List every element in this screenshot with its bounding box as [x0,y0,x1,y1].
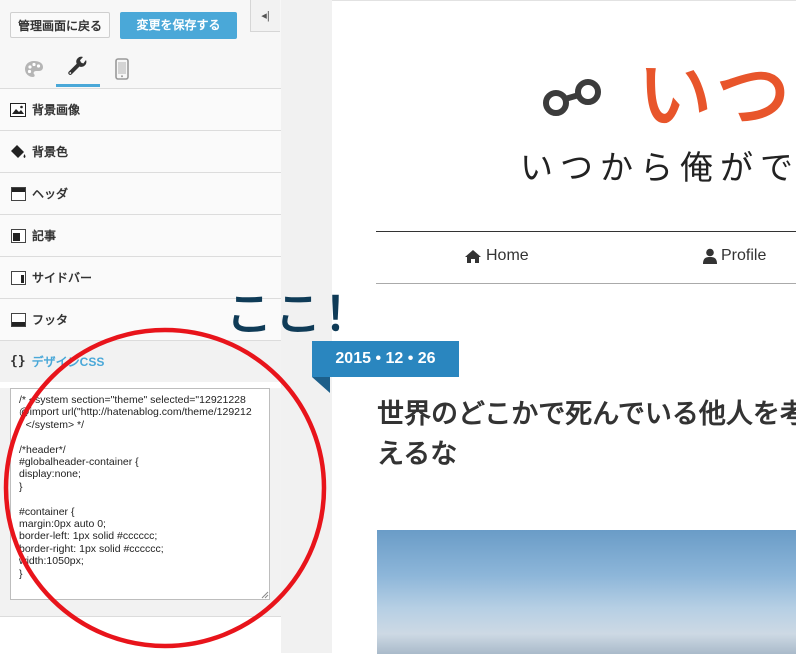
tab-customize[interactable] [56,50,100,87]
wrench-icon [68,56,87,75]
menu-item-background-image[interactable]: 背景画像 [0,88,281,130]
menu-item-label: 記事 [32,229,57,243]
mobile-icon [115,57,129,80]
nav-divider-top [376,231,796,232]
nav-home-link[interactable]: Home [464,247,529,265]
article-layout-icon [10,228,26,244]
sidebar-top-bar: 管理画面に戻る 変更を保存する ◂| [0,0,281,88]
nav-divider-bottom [376,283,796,284]
menu-item-design-css[interactable]: {} デザインCSS [0,340,281,382]
braces-icon: {} [10,354,26,369]
paint-bucket-icon [10,144,26,160]
image-icon [10,102,26,118]
menu-item-label: 背景画像 [32,103,81,117]
menu-item-label: ヘッダ [32,187,69,201]
menu-item-label: デザインCSS [31,355,105,369]
design-css-textarea[interactable]: /* <system section="theme" selected="129… [10,388,270,600]
nav-home-label: Home [486,247,529,264]
footer-layout-icon [10,312,26,328]
menu-item-label: サイドバー [32,271,93,285]
palette-icon [25,60,43,77]
menu-item-article[interactable]: 記事 [0,214,281,256]
post-title[interactable]: 世界のどこかで死んでいる他人を考えるな [377,394,796,474]
tab-smartphone[interactable] [100,50,144,87]
date-badge-fold [312,377,330,393]
post-eyecatch-image [377,530,796,654]
resize-grip-icon[interactable] [261,591,269,599]
nav-profile-link[interactable]: Profile [703,247,766,265]
menu-item-background-color[interactable]: 背景色 [0,130,281,172]
sidebar-tabs [10,50,280,87]
annotation-text: ここ！ [226,288,373,340]
menu-item-label: フッタ [32,313,69,327]
header-layout-icon [10,186,26,202]
post-date-badge: 2015 • 12 • 26 [312,341,459,377]
design-css-panel: /* <system section="theme" selected="129… [0,388,281,617]
tab-design[interactable] [12,50,56,87]
home-icon [464,249,482,264]
nav-profile-label: Profile [721,247,767,264]
glasses-logo-icon [543,79,601,116]
blog-subtitle: いつから俺ができ [520,148,796,187]
sidebar-layout-icon [10,270,26,286]
collapse-sidebar-button[interactable]: ◂| [250,0,280,32]
blog-preview: いつか いつから俺ができ Home Profile 世界のどこかで死んでいる他人… [332,0,796,654]
back-to-admin-button[interactable]: 管理画面に戻る [10,12,110,38]
blog-title[interactable]: いつか [638,36,796,143]
user-icon [703,248,717,264]
menu-item-label: 背景色 [32,145,69,159]
menu-item-header[interactable]: ヘッダ [0,172,281,214]
save-changes-button[interactable]: 変更を保存する [120,12,237,39]
